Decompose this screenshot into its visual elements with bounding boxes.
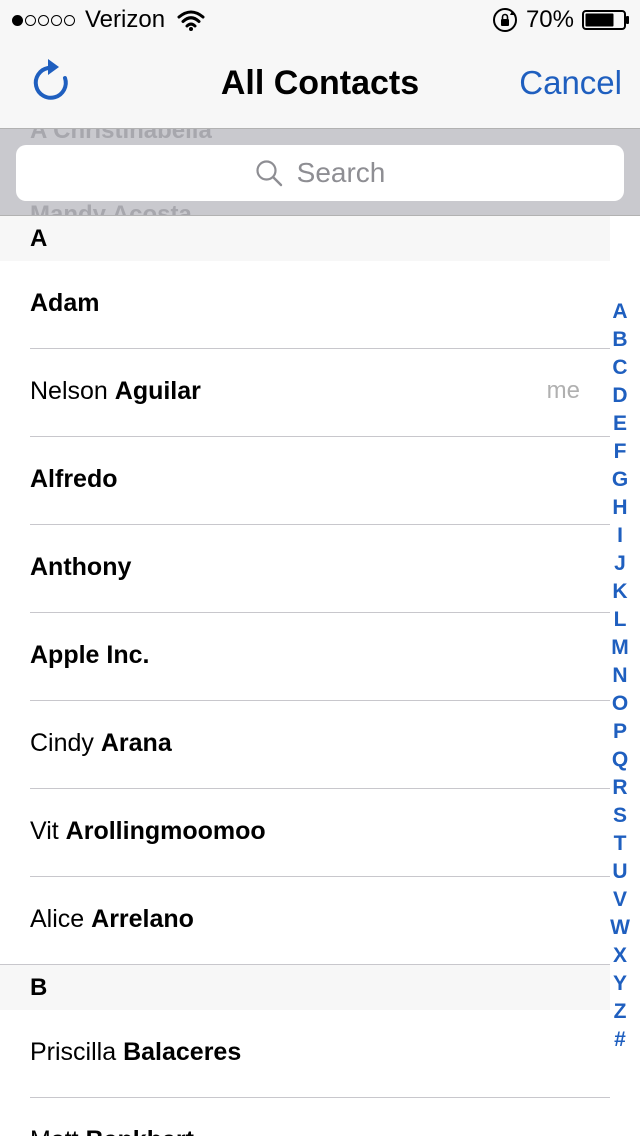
contact-first-name: Priscilla xyxy=(30,1038,124,1066)
contact-last-name: Balaceres xyxy=(123,1038,242,1066)
contact-row[interactable]: Alfredo xyxy=(0,437,610,525)
index-letter-v[interactable]: V xyxy=(613,886,627,914)
contact-last-name: Aguilar xyxy=(114,377,201,405)
contact-first-name: Cindy xyxy=(30,729,101,757)
contacts-screen: Verizon 70% All Contacts Cancel A Christ… xyxy=(0,0,640,1136)
contact-last-name: Arrelano xyxy=(91,905,194,933)
contact-last-name: Apple Inc. xyxy=(30,641,150,669)
signal-dot xyxy=(12,14,23,26)
index-letter-w[interactable]: W xyxy=(610,914,630,942)
me-label: me xyxy=(546,377,580,404)
contact-row[interactable]: Matt Bankhart xyxy=(0,1098,610,1136)
status-bar: Verizon 70% xyxy=(0,0,640,40)
status-left: Verizon xyxy=(12,6,205,34)
index-letter-k[interactable]: K xyxy=(612,578,627,606)
signal-dot xyxy=(51,14,62,26)
contacts-list: A Adam Nelson Aguilar me Alfredo Anthony… xyxy=(0,216,610,1136)
index-letter-m[interactable]: M xyxy=(611,634,629,662)
index-letter-o[interactable]: O xyxy=(612,690,628,718)
index-letter-e[interactable]: E xyxy=(613,410,627,438)
index-letter-t[interactable]: T xyxy=(614,830,627,858)
contact-first-name: Nelson xyxy=(30,377,115,405)
scrolled-contact-ghost: A Christinabella xyxy=(30,128,212,144)
index-letter-d[interactable]: D xyxy=(612,382,627,410)
search-bar-container: A Christinabella Mandy Acosta Search xyxy=(0,128,640,216)
wifi-icon xyxy=(177,10,205,31)
contact-first-name: Matt xyxy=(30,1126,86,1136)
contact-last-name: Adam xyxy=(30,289,100,317)
index-letter-s[interactable]: S xyxy=(613,802,627,830)
contact-row[interactable]: Apple Inc. xyxy=(0,613,610,701)
contact-row[interactable]: Anthony xyxy=(0,525,610,613)
contact-last-name: Anthony xyxy=(30,553,132,581)
search-input[interactable]: Search xyxy=(16,145,624,201)
index-letter-x[interactable]: X xyxy=(613,942,627,970)
index-letter-n[interactable]: N xyxy=(612,662,627,690)
index-letter-f[interactable]: F xyxy=(614,438,627,466)
index-letter-p[interactable]: P xyxy=(613,718,627,746)
index-letter-i[interactable]: I xyxy=(617,522,623,550)
search-icon xyxy=(256,160,282,187)
section-index[interactable]: A B C D E F G H I J K L M N O P Q R S T U V W X Y Z # xyxy=(605,298,635,1054)
signal-dot xyxy=(64,14,75,26)
contact-row[interactable]: Priscilla Balaceres xyxy=(0,1010,610,1098)
index-letter-c[interactable]: C xyxy=(612,354,627,382)
contact-last-name: Arollingmoomoo xyxy=(65,817,266,845)
contact-row[interactable]: Cindy Arana xyxy=(0,701,610,789)
signal-dot xyxy=(25,14,36,26)
contact-first-name: Alice xyxy=(30,905,92,933)
signal-dot xyxy=(38,14,49,26)
index-letter-q[interactable]: Q xyxy=(612,746,628,774)
index-letter-a[interactable]: A xyxy=(612,298,627,326)
index-letter-hash[interactable]: # xyxy=(614,1026,626,1054)
status-right: 70% xyxy=(492,6,630,34)
index-letter-u[interactable]: U xyxy=(612,858,627,886)
contact-last-name: Bankhart xyxy=(86,1126,194,1136)
index-letter-b[interactable]: B xyxy=(612,326,627,354)
battery-percent: 70% xyxy=(525,6,574,33)
index-letter-z[interactable]: Z xyxy=(614,998,627,1026)
contact-last-name: Arana xyxy=(100,729,172,757)
navigation-bar: All Contacts Cancel xyxy=(0,40,640,128)
signal-strength-icon xyxy=(12,14,77,26)
scrolled-contact-ghost: Mandy Acosta xyxy=(30,201,192,216)
contact-last-name: Alfredo xyxy=(30,465,118,493)
cancel-button[interactable]: Cancel xyxy=(519,64,622,102)
carrier-name: Verizon xyxy=(85,6,166,33)
rotation-lock-icon xyxy=(492,8,517,32)
index-letter-j[interactable]: J xyxy=(614,550,626,578)
battery-icon xyxy=(582,10,629,30)
search-placeholder: Search xyxy=(296,157,386,188)
contact-row[interactable]: Alice Arrelano xyxy=(0,877,610,965)
index-letter-r[interactable]: R xyxy=(612,774,627,802)
section-header-b: B xyxy=(0,965,610,1010)
index-letter-l[interactable]: L xyxy=(614,606,627,634)
index-letter-g[interactable]: G xyxy=(612,466,628,494)
contact-row[interactable]: Vit Arollingmoomoo xyxy=(0,789,610,877)
contact-first-name: Vit xyxy=(30,817,66,845)
index-letter-h[interactable]: H xyxy=(612,494,627,522)
index-letter-y[interactable]: Y xyxy=(613,970,627,998)
contact-row[interactable]: Adam xyxy=(0,261,610,349)
contact-row[interactable]: Nelson Aguilar me xyxy=(0,349,610,437)
section-header-a: A xyxy=(0,216,610,261)
